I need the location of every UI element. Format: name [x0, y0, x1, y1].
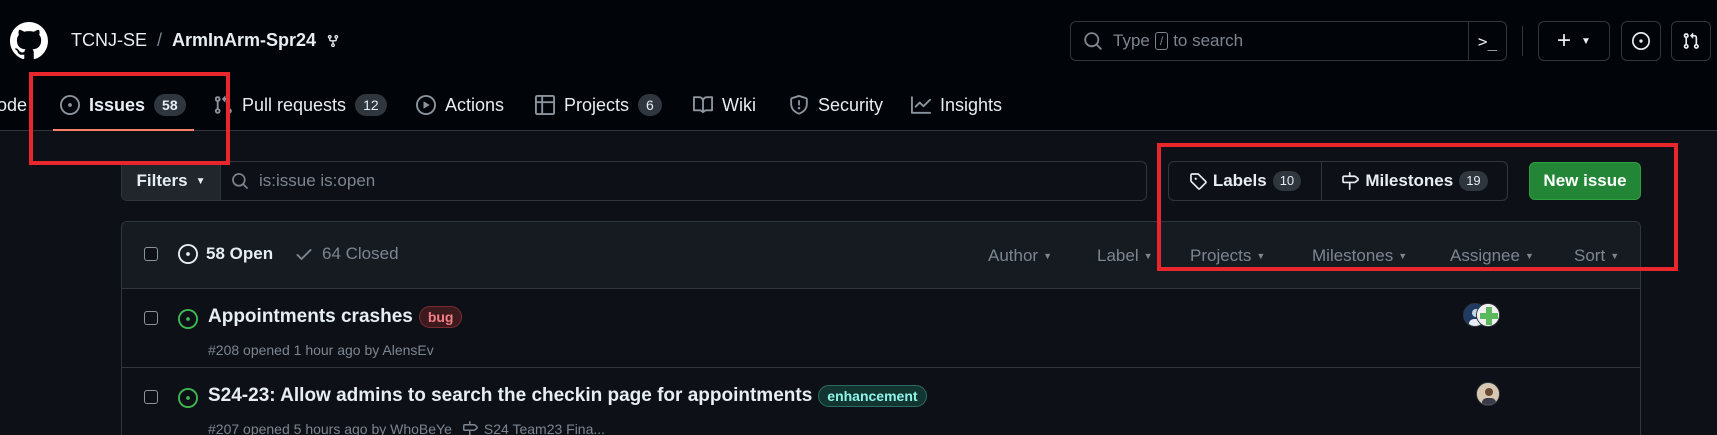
- tab-code-label: Code: [0, 94, 28, 115]
- annotation-box-labels-milestones: [1157, 143, 1678, 271]
- tab-actions[interactable]: Actions: [416, 80, 504, 130]
- header-divider: [1522, 26, 1523, 56]
- global-header: TCNJ-SE / ArmInArm-Spr24 Type / to searc…: [0, 0, 1717, 131]
- search-placeholder: Type / to search: [1113, 31, 1243, 51]
- graph-icon: [911, 96, 931, 114]
- tab-wiki[interactable]: Wiki: [693, 80, 756, 130]
- author-filter[interactable]: Author ▼: [988, 246, 1052, 266]
- caret-down-icon: ▼: [1143, 251, 1153, 261]
- issue-row: S24-23: Allow admins to search the check…: [122, 368, 1640, 435]
- tab-insights[interactable]: Insights: [911, 80, 1002, 130]
- issue-open-icon: [178, 388, 198, 408]
- select-all-checkbox[interactable]: [144, 247, 158, 261]
- tab-projects-count: 6: [638, 94, 662, 116]
- issue-title-link[interactable]: S24-23: Allow admins to search the check…: [208, 385, 812, 407]
- global-search-input[interactable]: Type / to search >_: [1070, 21, 1507, 61]
- open-issues-toggle[interactable]: 58 Open: [178, 244, 273, 264]
- breadcrumb-separator: /: [157, 30, 163, 50]
- tab-pull-requests-label: Pull requests: [242, 94, 347, 115]
- identicon-icon: [1477, 304, 1499, 326]
- tab-security-label: Security: [818, 94, 884, 115]
- search-icon: [1084, 32, 1102, 50]
- issue-label-bug[interactable]: bug: [418, 306, 463, 328]
- issue-row: Appointments crashes bug #208 opened 1 h…: [122, 289, 1640, 368]
- search-placeholder-prefix: Type: [1113, 31, 1150, 50]
- caret-down-icon: ▼: [1581, 35, 1591, 47]
- issue-checkbox[interactable]: [144, 311, 158, 325]
- author-filter-label: Author: [988, 246, 1039, 265]
- table-icon: [535, 95, 555, 115]
- issue-opened-icon: [1632, 32, 1650, 50]
- assignee-avatar[interactable]: [1476, 303, 1500, 327]
- repo-owner-link[interactable]: TCNJ-SE: [71, 30, 147, 51]
- filters-dropdown-button[interactable]: Filters ▼: [122, 162, 221, 200]
- github-logo-icon[interactable]: [10, 22, 48, 60]
- repo-name-link[interactable]: ArmInArm-Spr24: [172, 30, 316, 51]
- tab-projects[interactable]: Projects 6: [535, 80, 662, 130]
- play-icon: [416, 95, 436, 115]
- tab-pull-requests-count: 12: [355, 94, 387, 116]
- label-filter[interactable]: Label ▼: [1097, 246, 1153, 266]
- search-placeholder-suffix: to search: [1173, 31, 1244, 50]
- person-icon: [1477, 383, 1499, 405]
- issue-meta-text: #207 opened 5 hours ago by WhoBeYe: [208, 421, 452, 435]
- tab-projects-label: Projects: [564, 94, 630, 115]
- issue-search-input[interactable]: [259, 171, 959, 191]
- tab-actions-label: Actions: [445, 94, 505, 115]
- your-issues-button[interactable]: [1621, 21, 1661, 61]
- create-new-button[interactable]: + ▼: [1538, 21, 1610, 61]
- caret-down-icon: ▼: [195, 175, 206, 187]
- issue-title-line: Appointments crashes bug: [208, 306, 463, 328]
- tab-wiki-label: Wiki: [722, 94, 756, 115]
- tab-code[interactable]: Code: [0, 80, 27, 130]
- tab-insights-label: Insights: [940, 94, 1003, 115]
- caret-down-icon: ▼: [1043, 251, 1053, 261]
- search-icon: [232, 173, 248, 189]
- search-shortcut-key: /: [1154, 32, 1169, 50]
- issue-open-icon: [178, 309, 198, 329]
- issue-label-enhancement[interactable]: enhancement: [818, 385, 927, 407]
- label-filter-label: Label: [1097, 246, 1139, 265]
- tab-pull-requests[interactable]: Pull requests 12: [213, 80, 387, 130]
- issue-checkbox[interactable]: [144, 390, 158, 404]
- command-palette-button[interactable]: >_: [1468, 22, 1506, 60]
- closed-issues-toggle[interactable]: 64 Closed: [294, 244, 399, 264]
- shield-icon: [790, 95, 808, 115]
- assignee-avatar[interactable]: [1476, 382, 1500, 406]
- issue-filter-bar: Filters ▼: [121, 161, 1147, 201]
- issue-title-link[interactable]: Appointments crashes: [208, 306, 413, 328]
- breadcrumb: TCNJ-SE / ArmInArm-Spr24: [71, 30, 340, 51]
- check-icon: [296, 249, 312, 260]
- git-pull-request-icon: [1683, 32, 1699, 49]
- issue-opened-icon: [178, 244, 198, 264]
- milestone-icon: [462, 421, 478, 435]
- issue-meta-text: #208 opened 1 hour ago by AlensEv: [208, 342, 434, 358]
- fork-icon: [327, 34, 339, 47]
- filters-label: Filters: [136, 171, 188, 190]
- issue-meta: #208 opened 1 hour ago by AlensEv: [208, 342, 434, 358]
- issue-milestone-link[interactable]: S24 Team23 Fina...: [484, 421, 605, 435]
- issue-meta: #207 opened 5 hours ago by WhoBeYe S24 T…: [208, 421, 605, 435]
- book-icon: [693, 96, 713, 114]
- closed-count-label: 64 Closed: [322, 244, 399, 263]
- your-pull-requests-button[interactable]: [1671, 21, 1711, 61]
- annotation-box-issues-tab: [29, 72, 230, 165]
- open-count-label: 58 Open: [206, 244, 274, 263]
- plus-icon: +: [1557, 27, 1572, 54]
- filter-search-field: [221, 162, 1146, 200]
- issue-title-line: S24-23: Allow admins to search the check…: [208, 385, 927, 407]
- tab-security[interactable]: Security: [789, 80, 883, 130]
